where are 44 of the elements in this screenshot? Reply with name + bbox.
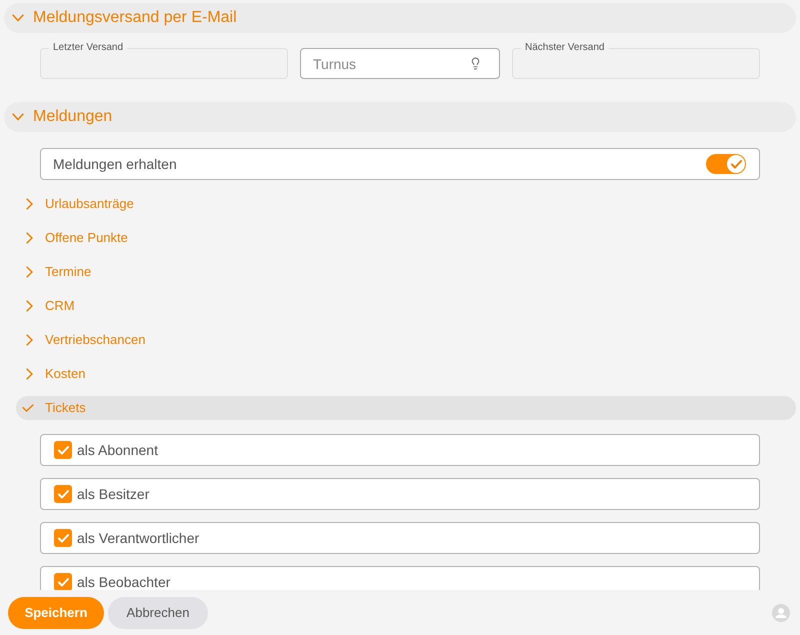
tree-item[interactable]: Kosten <box>16 362 90 386</box>
checkbox[interactable] <box>54 529 72 547</box>
cancel-button[interactable]: Abbrechen <box>108 596 208 628</box>
option-label: als Abonnent <box>77 442 158 458</box>
option-row[interactable]: als Beobachter <box>40 566 760 590</box>
user-avatar-icon[interactable] <box>772 604 790 622</box>
chevron-right-icon <box>26 368 33 380</box>
lightbulb-icon[interactable] <box>469 57 482 70</box>
tree-item[interactable]: CRM <box>16 294 79 318</box>
option-label: als Besitzer <box>77 486 150 502</box>
checkbox[interactable] <box>54 485 72 503</box>
tree-item[interactable]: Urlaubsanträge <box>16 192 138 216</box>
chevron-down-icon <box>12 113 24 121</box>
field-label: Nächster Versand <box>524 42 606 54</box>
check-icon <box>730 160 742 168</box>
option-row[interactable]: als Abonnent <box>40 434 760 466</box>
chevron-down-icon <box>22 404 34 412</box>
check-icon <box>58 490 68 498</box>
save-button[interactable]: Speichern <box>8 596 104 628</box>
tree-item[interactable]: Offene Punkte <box>16 226 132 250</box>
tree-item[interactable]: Vertriebschancen <box>16 328 150 352</box>
option-row[interactable]: als Besitzer <box>40 478 760 510</box>
tree-item[interactable]: Termine <box>16 260 96 284</box>
toggle-switch[interactable] <box>706 154 746 174</box>
section-header[interactable]: Meldungsversand per E-Mail <box>4 3 796 33</box>
checkbox[interactable] <box>54 441 72 459</box>
option-label: als Beobachter <box>77 574 170 590</box>
chevron-right-icon <box>26 266 33 278</box>
section-header[interactable]: Meldungen <box>4 102 796 132</box>
chevron-down-icon <box>12 14 24 22</box>
turnus-field[interactable]: Turnus <box>300 48 500 79</box>
option-label: als Verantwortlicher <box>77 530 200 546</box>
tree-item[interactable]: Tickets <box>16 396 796 420</box>
chevron-right-icon <box>26 198 33 210</box>
check-icon <box>58 446 68 454</box>
option-row[interactable]: als Verantwortlicher <box>40 522 760 554</box>
chevron-right-icon <box>26 334 33 346</box>
chevron-right-icon <box>26 232 33 244</box>
field-label: Letzter Versand <box>52 42 124 54</box>
chevron-right-icon <box>26 300 33 312</box>
checkbox[interactable] <box>54 573 72 590</box>
setting-label: Meldungen erhalten <box>53 154 177 174</box>
check-icon <box>58 534 68 542</box>
check-icon <box>58 578 68 586</box>
